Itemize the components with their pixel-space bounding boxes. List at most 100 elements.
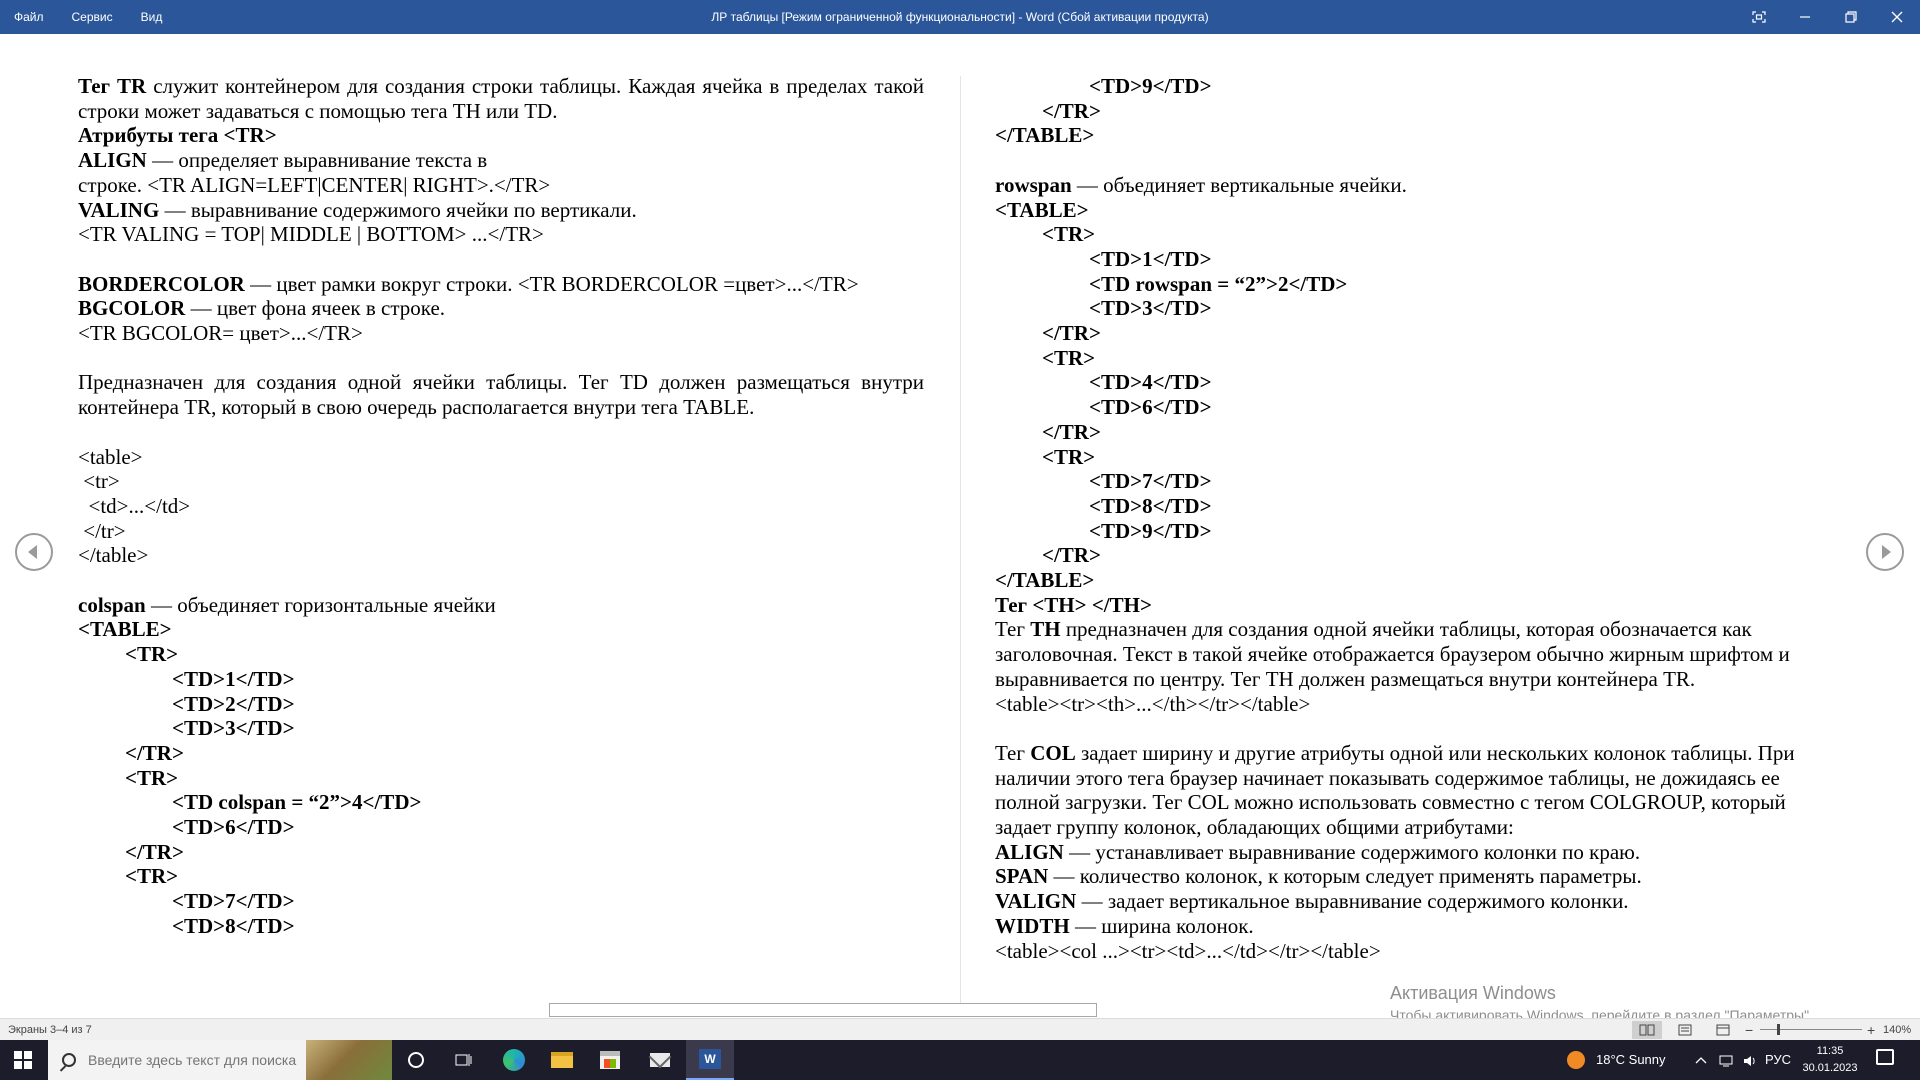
window-controls <box>1736 0 1920 34</box>
network-icon[interactable] <box>1718 1040 1734 1080</box>
code-line: <TABLE> <box>78 617 172 642</box>
word-taskbar-button[interactable]: W <box>686 1040 734 1080</box>
file-explorer-button[interactable] <box>538 1040 586 1080</box>
code-line: <table><tr><th>...</th></tr></table> <box>995 691 1311 716</box>
clock-time: 11:35 <box>1816 1045 1844 1057</box>
window-title: ЛР таблицы [Режим ограниченной функциона… <box>711 10 1209 24</box>
code-line: <TD>7</TD> <box>172 889 295 914</box>
code-line: <TD rowspan = “2”>2</TD> <box>1089 271 1348 296</box>
page-counter: Экраны 3–4 из 7 <box>8 1024 92 1036</box>
menu-service[interactable]: Сервис <box>58 0 127 34</box>
code-line: </TR> <box>125 839 184 864</box>
paragraph-text: — устанавливает выравнивание содержимого… <box>1063 839 1641 864</box>
language-indicator[interactable]: РУС <box>1765 1040 1791 1080</box>
volume-icon[interactable] <box>1742 1040 1758 1080</box>
minimize-icon[interactable] <box>1782 0 1828 34</box>
bold-term: SPAN <box>995 864 1049 889</box>
word-icon: W <box>699 1049 721 1069</box>
weather-icon[interactable] <box>1567 1051 1585 1069</box>
reading-view: Тег TR служит контейнером для создания с… <box>0 34 1920 1023</box>
search-input[interactable] <box>88 1052 308 1068</box>
zoom-slider[interactable] <box>1760 1029 1862 1030</box>
taskbar: W 18°C Sunny РУС 11:35 30.01.2023 <box>0 1040 1920 1080</box>
chevron-left-icon <box>28 545 37 559</box>
paragraph-text: — объединяет вертикальные ячейки. <box>1071 172 1407 197</box>
watermark-title: Активация Windows <box>1390 983 1556 1003</box>
paragraph-text: предназначен для создания одной ячейки т… <box>995 617 1790 691</box>
folder-icon <box>551 1052 573 1068</box>
bold-term: ALIGN <box>78 148 147 173</box>
store-button[interactable] <box>586 1040 634 1080</box>
read-mode-button[interactable] <box>1632 1021 1662 1039</box>
page-divider <box>960 76 961 1006</box>
book-icon <box>1639 1024 1655 1036</box>
code-line: </tr> <box>78 518 126 543</box>
horizontal-scrollbar[interactable] <box>549 1003 1097 1017</box>
clock[interactable]: 11:35 30.01.2023 <box>1790 1043 1870 1077</box>
bold-term: rowspan <box>995 172 1072 197</box>
chevron-up-icon[interactable] <box>1695 1040 1707 1080</box>
code-line: <TR> <box>125 864 179 889</box>
mail-icon <box>650 1053 670 1067</box>
code-line: <TD>1</TD> <box>172 666 295 691</box>
title-bar: Файл Сервис Вид ЛР таблицы [Режим ограни… <box>0 0 1920 34</box>
mail-button[interactable] <box>636 1040 684 1080</box>
cortana-button[interactable] <box>392 1040 440 1080</box>
code-line: </TR> <box>1042 543 1101 568</box>
print-layout-button[interactable] <box>1670 1021 1700 1039</box>
paragraph-text: — определяет выравнивание текста в <box>146 148 488 173</box>
section-heading: Тег <TH> </TH> <box>995 592 1152 617</box>
menu-file[interactable]: Файл <box>0 0 58 34</box>
zoom-level[interactable]: 140% <box>1883 1019 1911 1041</box>
task-view-button[interactable] <box>440 1040 488 1080</box>
close-icon[interactable] <box>1874 0 1920 34</box>
chevron-right-icon <box>1882 545 1891 559</box>
bold-term: BGCOLOR <box>78 296 186 321</box>
code-line: <TD>2</TD> <box>172 691 295 716</box>
search-highlight-image <box>306 1040 392 1080</box>
edge-icon <box>503 1049 525 1071</box>
paragraph: BORDERCOLOR — цвет рамки вокруг строки. … <box>78 272 924 297</box>
code-line: </TR> <box>125 740 184 765</box>
web-layout-button[interactable] <box>1708 1021 1738 1039</box>
paragraph: SPAN — количество колонок, к которым сле… <box>995 864 1841 889</box>
bold-term: colspan <box>78 592 146 617</box>
start-button[interactable] <box>0 1040 46 1080</box>
code-line: <TD>6</TD> <box>172 815 295 840</box>
paragraph-text: служит контейнером для создания строки т… <box>78 74 924 123</box>
store-icon <box>600 1051 620 1069</box>
paragraph: BGCOLOR — цвет фона ячеек в строке. <box>78 296 924 321</box>
paragraph: строке. <TR ALIGN=LEFT|CENTER| RIGHT>.</… <box>78 173 924 198</box>
bold-term: VALIGN <box>995 889 1077 914</box>
bold-term: WIDTH <box>995 913 1070 938</box>
menu-view[interactable]: Вид <box>127 0 177 34</box>
bold-term: COL <box>1030 740 1076 765</box>
code-line: <TR> <box>1042 222 1096 247</box>
code-line: <table> <box>78 444 143 469</box>
code-line: </TR> <box>1042 321 1101 346</box>
zoom-slider-thumb[interactable] <box>1777 1024 1780 1035</box>
taskbar-search[interactable] <box>48 1040 392 1080</box>
weather-text[interactable]: 18°C Sunny <box>1596 1040 1666 1080</box>
right-page: <TD>9</TD> </TR> </TABLE> rowspan — объе… <box>995 74 1841 963</box>
bold-term: VALING <box>78 197 160 222</box>
code-line: <TR> <box>125 642 179 667</box>
code-line: </TABLE> <box>995 123 1095 148</box>
notification-icon[interactable] <box>1876 1049 1894 1065</box>
paragraph: Тег TH предназначен для создания одной я… <box>995 617 1841 691</box>
edge-button[interactable] <box>490 1040 538 1080</box>
paragraph: <TR BGCOLOR= цвет>...</TR> <box>78 321 924 346</box>
previous-screen-button[interactable] <box>15 533 53 571</box>
next-screen-button[interactable] <box>1866 533 1904 571</box>
paragraph-text: — количество колонок, к которым следует … <box>1048 864 1642 889</box>
paragraph-text: строке. <TR ALIGN=LEFT|CENTER| RIGHT>.</… <box>78 172 551 197</box>
zoom-out-button[interactable]: − <box>1745 1019 1753 1041</box>
restore-icon[interactable] <box>1828 0 1874 34</box>
zoom-in-button[interactable]: + <box>1867 1019 1875 1041</box>
cortana-icon <box>408 1052 424 1068</box>
code-line: </table> <box>78 543 149 568</box>
paragraph-text: задает ширину и другие атрибуты одной ил… <box>995 740 1795 840</box>
focus-icon[interactable] <box>1736 0 1782 34</box>
